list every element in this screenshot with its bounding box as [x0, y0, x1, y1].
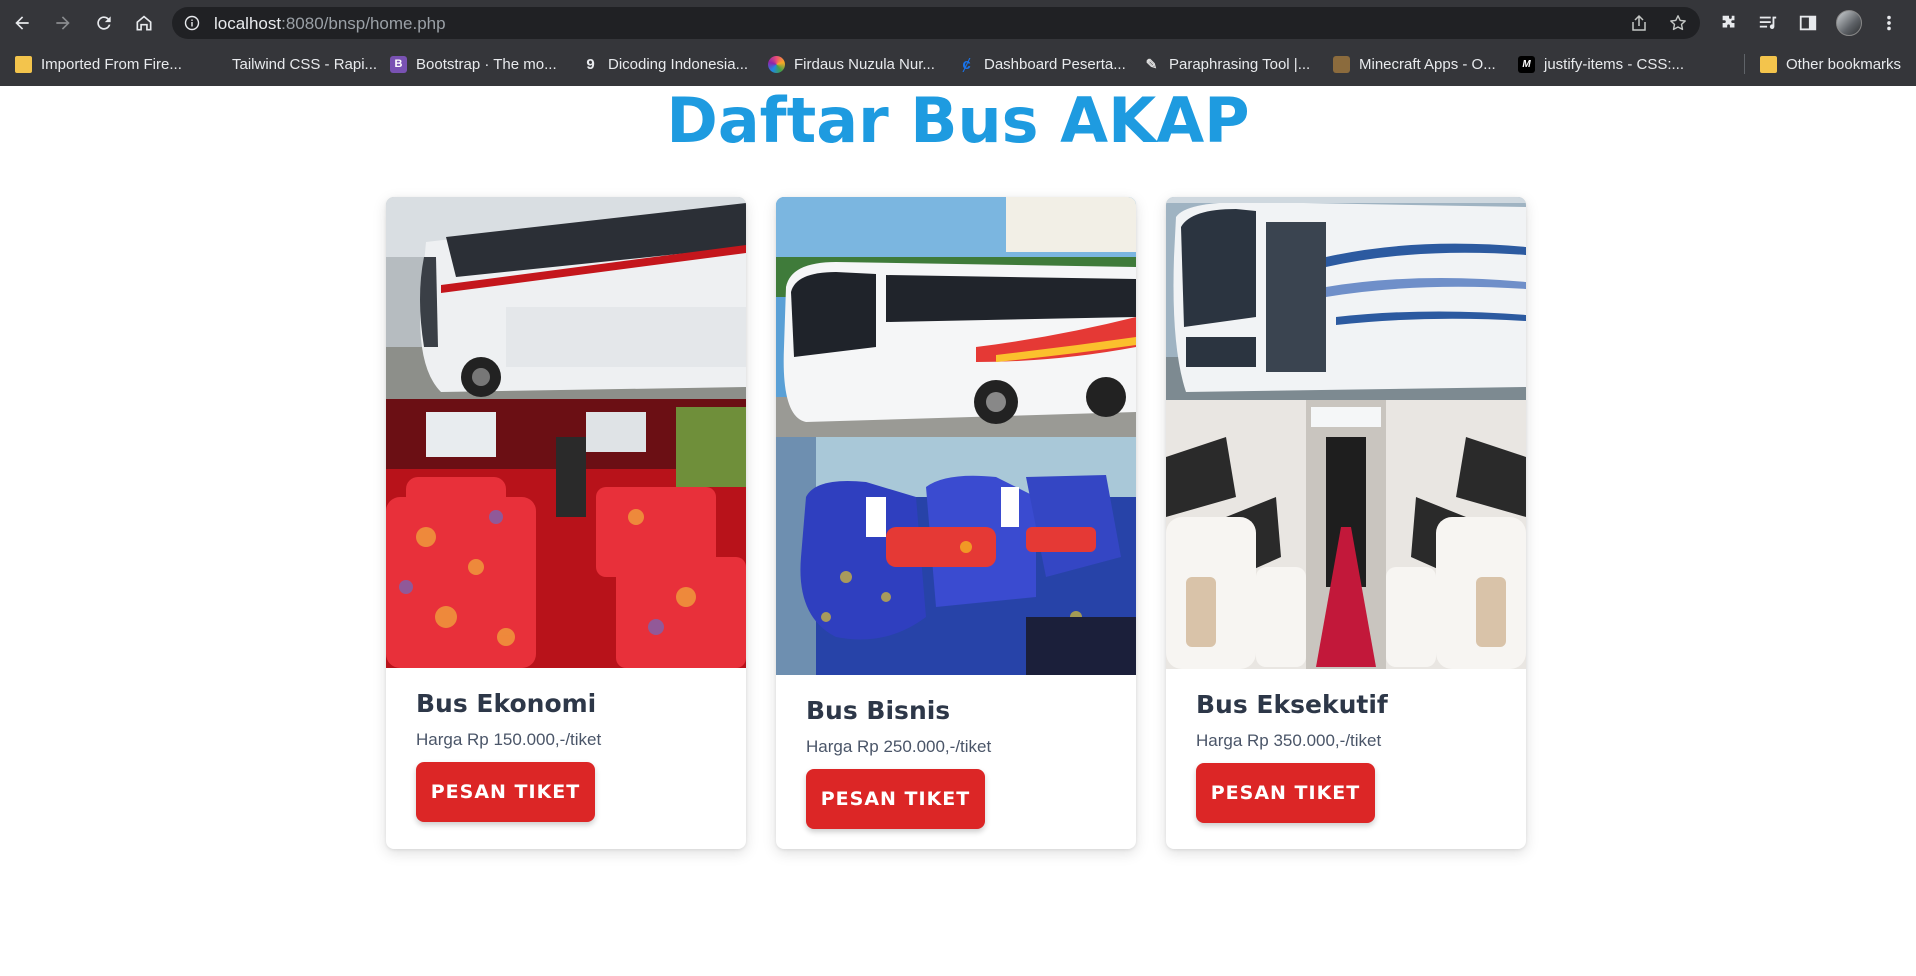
- card-title: Bus Eksekutif: [1196, 690, 1388, 719]
- url-path: :8080/bnsp/home.php: [281, 14, 446, 33]
- bookmark-item[interactable]: Mjustify-items - CSS:...: [1518, 53, 1684, 75]
- bookmark-item[interactable]: ✎ Paraphrasing Tool |...: [1143, 53, 1311, 75]
- extensions-button[interactable]: [1718, 12, 1740, 34]
- profile-avatar[interactable]: [1836, 10, 1862, 36]
- reload-icon: [97, 16, 111, 30]
- card-title: Bus Ekonomi: [416, 689, 597, 718]
- bookmark-label: Dicoding Indonesia...: [608, 55, 749, 73]
- bookmark-item[interactable]: Minecraft Apps - O...: [1333, 53, 1496, 75]
- card-title: Bus Bisnis: [806, 696, 951, 725]
- minecraft-icon: [1333, 55, 1350, 73]
- bookmark-label: Tailwind CSS - Rapi...: [232, 55, 378, 73]
- quill-icon: ✎: [1145, 55, 1158, 72]
- reload-button[interactable]: [92, 11, 116, 35]
- menu-button[interactable]: [1878, 12, 1900, 34]
- mdn-icon: M: [1518, 55, 1535, 73]
- arrow-right-icon: [56, 16, 70, 30]
- puzzle-icon: [1722, 15, 1735, 28]
- bookmark-item[interactable]: Tailwind CSS - Rapi...: [206, 53, 377, 75]
- bookmark-item[interactable]: ȼ Dashboard Peserta...: [958, 53, 1126, 75]
- bookmark-label: Firdaus Nuzula Nur...: [794, 55, 935, 73]
- bus-card-eksekutif: Bus Eksekutif Harga Rp 350.000,-/tiket P…: [1166, 197, 1526, 849]
- bookmark-item[interactable]: 9 Dicoding Indonesia...: [582, 53, 748, 75]
- other-bookmarks[interactable]: Other bookmarks: [1760, 53, 1901, 75]
- pesan-tiket-button[interactable]: PESAN TIKET: [806, 769, 985, 829]
- tailwind-icon: [206, 56, 223, 73]
- forward-button[interactable]: [51, 11, 75, 35]
- card-price: Harga Rp 150.000,-/tiket: [416, 730, 602, 749]
- url-text: localhost:8080/bnsp/home.php: [214, 14, 446, 34]
- bookmark-item[interactable]: Imported From Fire...: [15, 53, 182, 75]
- bookmark-item[interactable]: Firdaus Nuzula Nur...: [768, 53, 935, 75]
- site-info-icon[interactable]: [184, 15, 200, 31]
- address-bar[interactable]: localhost:8080/bnsp/home.php: [172, 7, 1700, 39]
- bookmark-label: Minecraft Apps - O...: [1359, 55, 1496, 73]
- pesan-tiket-button[interactable]: PESAN TIKET: [1196, 763, 1375, 823]
- browser-toolbar: localhost:8080/bnsp/home.php: [0, 0, 1916, 46]
- page-title: Daftar Bus AKAP: [666, 84, 1250, 157]
- other-bookmarks-label: Other bookmarks: [1786, 55, 1902, 73]
- dashboard-icon: ȼ: [962, 55, 971, 73]
- folder-icon: [1760, 55, 1777, 73]
- bookmarks-divider: [1744, 54, 1745, 74]
- share-icon[interactable]: [1630, 14, 1648, 32]
- bus-card-ekonomi: Bus Ekonomi Harga Rp 150.000,-/tiket PES…: [386, 197, 746, 849]
- side-panel-icon: [1799, 15, 1817, 31]
- star-icon[interactable]: [1669, 14, 1687, 32]
- card-body: Bus Eksekutif Harga Rp 350.000,-/tiket P…: [1166, 690, 1526, 823]
- bookmarks-bar: Imported From Fire... Tailwind CSS - Rap…: [0, 47, 1916, 81]
- back-button[interactable]: [10, 11, 34, 35]
- browser-chrome: localhost:8080/bnsp/home.php Imported Fr…: [0, 0, 1916, 86]
- folder-icon: [15, 55, 32, 73]
- card-price: Harga Rp 350.000,-/tiket: [1196, 731, 1382, 750]
- home-icon: [136, 15, 152, 31]
- card-price: Harga Rp 250.000,-/tiket: [806, 737, 992, 756]
- bookmark-label: Bootstrap · The mo...: [416, 55, 557, 73]
- bookmark-label: Paraphrasing Tool |...: [1169, 55, 1311, 73]
- bookmark-item[interactable]: B Bootstrap · The mo...: [390, 53, 557, 75]
- url-host: localhost: [214, 14, 282, 33]
- bookmark-label: justify-items - CSS:...: [1544, 55, 1685, 73]
- kebab-menu-icon: [1887, 15, 1891, 31]
- github-icon: [768, 55, 785, 73]
- bootstrap-icon: B: [390, 55, 407, 73]
- bookmark-label: Imported From Fire...: [41, 55, 182, 73]
- bus-card-bisnis: Bus Bisnis Harga Rp 250.000,-/tiket PESA…: [776, 197, 1136, 849]
- dicoding-icon: 9: [586, 55, 595, 73]
- bus-image-eksekutif: [1166, 197, 1526, 669]
- bookmark-label: Dashboard Peserta...: [984, 55, 1126, 73]
- pesan-tiket-button[interactable]: PESAN TIKET: [416, 762, 595, 822]
- arrow-left-icon: [15, 16, 29, 30]
- playlist-icon: [1759, 16, 1777, 29]
- bus-image-bisnis: [776, 197, 1136, 675]
- media-control-button[interactable]: [1757, 12, 1779, 34]
- side-panel-button[interactable]: [1797, 12, 1819, 34]
- bus-image-ekonomi: [386, 197, 746, 668]
- card-body: Bus Bisnis Harga Rp 250.000,-/tiket PESA…: [776, 696, 1136, 829]
- home-button[interactable]: [132, 11, 156, 35]
- card-body: Bus Ekonomi Harga Rp 150.000,-/tiket PES…: [386, 689, 746, 822]
